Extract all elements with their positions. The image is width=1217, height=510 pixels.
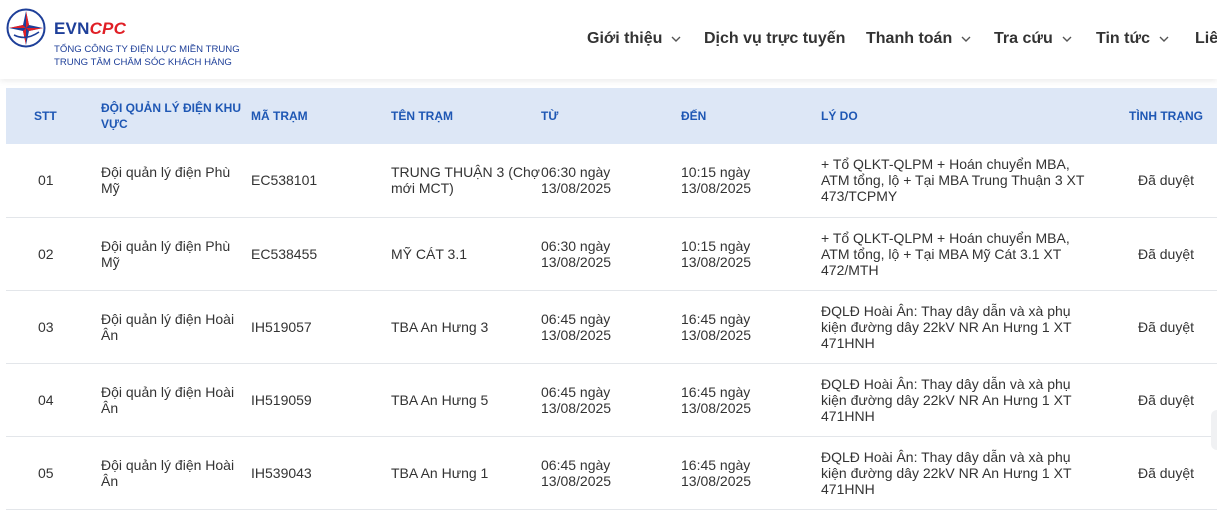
cell-ly-do: ĐQLĐ Hoài Ân: Thay dây dẫn và xà phụ kiệ…	[821, 448, 1072, 497]
cell-ma-tram: EC538455	[251, 245, 318, 262]
nav-dich-vu-truc-tuyen[interactable]: Dịch vụ trực tuyến	[704, 30, 845, 48]
col-stt: STT	[34, 109, 57, 123]
cell-ten-tram: TBA An Hưng 3	[391, 318, 489, 335]
cell-tu: 06:45 ngày 13/08/2025	[541, 310, 612, 343]
cell-ma-tram: IH519059	[251, 391, 312, 408]
nav-label: Liê	[1195, 30, 1217, 47]
cell-doi: Đội quản lý điện Hoài Ân	[101, 310, 235, 343]
table-body: 01 Đội quản lý điện Phù Mỹ EC538101 TRUN…	[6, 144, 1217, 509]
cell-tu: 06:30 ngày 13/08/2025	[541, 164, 612, 197]
nav-thanh-toan[interactable]: Thanh toán	[866, 30, 973, 48]
cell-den: 16:45 ngày 13/08/2025	[681, 383, 752, 416]
nav-label: Thanh toán	[866, 30, 953, 47]
brand-name: EVNCPC	[54, 20, 126, 37]
cell-tinh-trang: Đã duyệt	[1137, 245, 1195, 262]
cell-doi: Đội quản lý điện Hoài Ân	[101, 383, 235, 416]
cell-ten-tram: MỸ CÁT 3.1	[391, 245, 467, 262]
header-row: STT ĐỘI QUẢN LÝ ĐIỆN KHU VỰC MÃ TRẠM TÊN…	[6, 88, 1217, 144]
col-den: ĐẾN	[681, 109, 707, 123]
outage-schedule-table-container[interactable]: STT ĐỘI QUẢN LÝ ĐIỆN KHU VỰC MÃ TRẠM TÊN…	[6, 88, 1217, 510]
brand-line-1: TỔNG CÔNG TY ĐIỆN LỰC MIỀN TRUNG	[54, 44, 240, 55]
nav-label: Giới thiệu	[587, 30, 663, 47]
brand-line-2: TRUNG TÂM CHĂM SÓC KHÁCH HÀNG	[54, 57, 232, 68]
cell-den: 10:15 ngày 13/08/2025	[681, 237, 752, 270]
cell-ma-tram: EC538101	[251, 172, 318, 189]
nav-label: Tin tức	[1096, 30, 1150, 47]
nav-tra-cuu[interactable]: Tra cứu	[994, 30, 1074, 48]
brand-cpc: CPC	[89, 19, 127, 38]
col-tu: TỪ	[541, 109, 559, 123]
cell-tu: 06:45 ngày 13/08/2025	[541, 383, 612, 416]
cell-den: 10:15 ngày 13/08/2025	[681, 164, 752, 197]
nav-lien-he[interactable]: Liê	[1195, 30, 1217, 48]
nav-label: Tra cứu	[994, 30, 1053, 47]
col-ten-tram: TÊN TRẠM	[391, 109, 453, 123]
chevron-down-icon	[1062, 36, 1072, 42]
cell-ten-tram: TRUNG THUẬN 3 (Chợ mới MCT)	[391, 164, 540, 197]
cell-ten-tram: TBA An Hưng 1	[391, 464, 489, 481]
cell-doi: Đội quản lý điện Phù Mỹ	[101, 164, 231, 197]
site-header: EVNCPC TỔNG CÔNG TY ĐIỆN LỰC MIỀN TRUNG …	[0, 0, 1217, 79]
nav-tin-tuc[interactable]: Tin tức	[1096, 30, 1171, 48]
cell-ten-tram: TBA An Hưng 5	[391, 391, 489, 408]
cell-tinh-trang: Đã duyệt	[1137, 391, 1195, 408]
col-ma-tram: MÃ TRẠM	[251, 109, 308, 123]
col-tinh-trang: TÌNH TRẠNG	[1129, 109, 1203, 123]
outage-schedule-table: STT ĐỘI QUẢN LÝ ĐIỆN KHU VỰC MÃ TRẠM TÊN…	[6, 88, 1217, 510]
chevron-down-icon	[671, 36, 681, 42]
table-row[interactable]: 04 Đội quản lý điện Hoài Ân IH519059 TBA…	[6, 363, 1217, 436]
cell-stt: 03	[38, 318, 54, 335]
nav-gioi-thieu[interactable]: Giới thiệu	[587, 30, 683, 48]
cell-tu: 06:30 ngày 13/08/2025	[541, 237, 612, 270]
nav-label: Dịch vụ trực tuyến	[704, 30, 846, 47]
cell-tinh-trang: Đã duyệt	[1137, 464, 1195, 481]
cell-stt: 04	[38, 391, 54, 408]
cell-ly-do: + Tổ QLKT-QLPM + Hoán chuyển MBA, ATM tổ…	[821, 156, 1085, 205]
col-ly-do: LÝ DO	[821, 109, 858, 123]
scroll-edge-handle[interactable]	[1211, 410, 1217, 450]
evn-star-logo-icon	[6, 8, 46, 48]
cell-stt: 05	[38, 464, 54, 481]
cell-tinh-trang: Đã duyệt	[1137, 318, 1195, 335]
table-row[interactable]: 03 Đội quản lý điện Hoài Ân IH519057 TBA…	[6, 290, 1217, 363]
cell-ly-do: + Tổ QLKT-QLPM + Hoán chuyển MBA, ATM tổ…	[821, 229, 1070, 278]
col-doi-quan-ly: ĐỘI QUẢN LÝ ĐIỆN KHU VỰC	[101, 101, 242, 131]
cell-ma-tram: IH539043	[251, 464, 312, 481]
chevron-down-icon	[1159, 36, 1169, 42]
table-row[interactable]: 05 Đội quản lý điện Hoài Ân IH539043 TBA…	[6, 436, 1217, 509]
cell-ly-do: ĐQLĐ Hoài Ân: Thay dây dẫn và xà phụ kiệ…	[821, 375, 1072, 424]
chevron-down-icon	[961, 36, 971, 42]
table-row[interactable]: 02 Đội quản lý điện Phù Mỹ EC538455 MỸ C…	[6, 217, 1217, 290]
cell-ma-tram: IH519057	[251, 318, 312, 335]
brand-evn: EVN	[54, 19, 90, 38]
cell-ly-do: ĐQLĐ Hoài Ân: Thay dây dẫn và xà phụ kiệ…	[821, 302, 1072, 351]
logo[interactable]: EVNCPC TỔNG CÔNG TY ĐIỆN LỰC MIỀN TRUNG …	[6, 8, 246, 70]
cell-den: 16:45 ngày 13/08/2025	[681, 310, 752, 343]
cell-stt: 02	[38, 245, 54, 262]
cell-tu: 06:45 ngày 13/08/2025	[541, 456, 612, 489]
cell-doi: Đội quản lý điện Phù Mỹ	[101, 237, 231, 270]
table-row[interactable]: 01 Đội quản lý điện Phù Mỹ EC538101 TRUN…	[6, 144, 1217, 217]
cell-doi: Đội quản lý điện Hoài Ân	[101, 456, 235, 489]
cell-tinh-trang: Đã duyệt	[1137, 172, 1195, 189]
cell-den: 16:45 ngày 13/08/2025	[681, 456, 752, 489]
table-header: STT ĐỘI QUẢN LÝ ĐIỆN KHU VỰC MÃ TRẠM TÊN…	[6, 88, 1217, 144]
cell-stt: 01	[38, 172, 54, 189]
